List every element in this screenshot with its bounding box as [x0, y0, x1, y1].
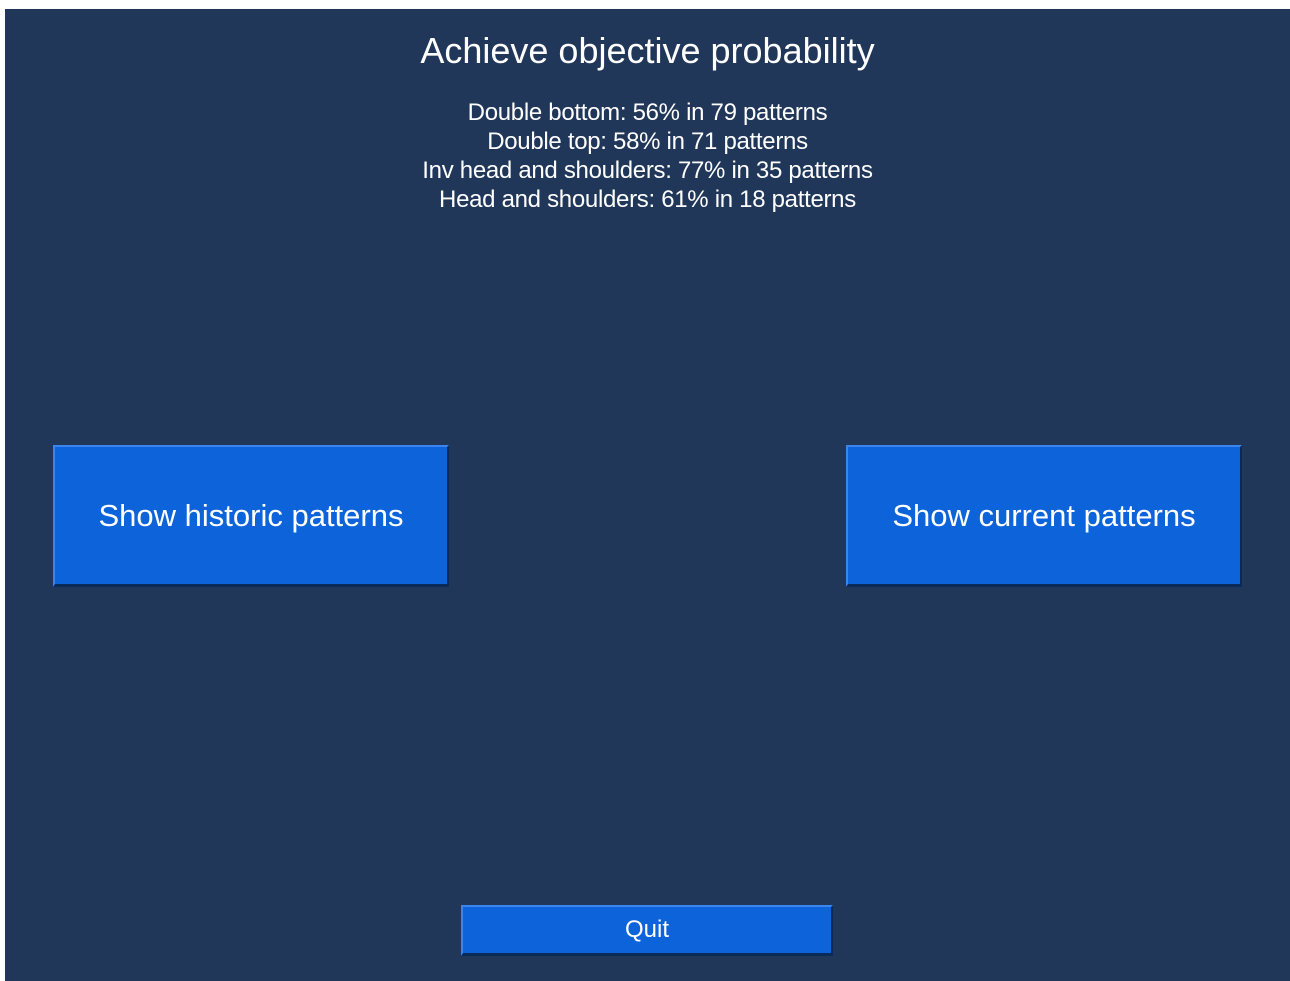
quit-label: Quit [624, 916, 669, 943]
stat-double-top: Double top: 58% in 71 patterns [487, 128, 808, 155]
stat-double-bottom: Double bottom: 56% in 79 patterns [467, 99, 828, 126]
pattern-stats: Double bottom: 56% in 79 patterns Double… [5, 98, 1290, 214]
stat-head-and-shoulders: Head and shoulders: 61% in 18 patterns [439, 186, 856, 213]
show-current-patterns-button[interactable]: Show current patterns [846, 445, 1242, 587]
show-historic-patterns-label: Show historic patterns [98, 497, 404, 533]
show-current-patterns-label: Show current patterns [892, 497, 1196, 533]
show-historic-patterns-button[interactable]: Show historic patterns [53, 445, 449, 587]
page-title: Achieve objective probability [420, 30, 875, 71]
quit-button[interactable]: Quit [461, 905, 833, 956]
main-window: Achieve objective probability Double bot… [5, 9, 1290, 981]
stat-inv-head-and-shoulders: Inv head and shoulders: 77% in 35 patter… [422, 157, 873, 184]
